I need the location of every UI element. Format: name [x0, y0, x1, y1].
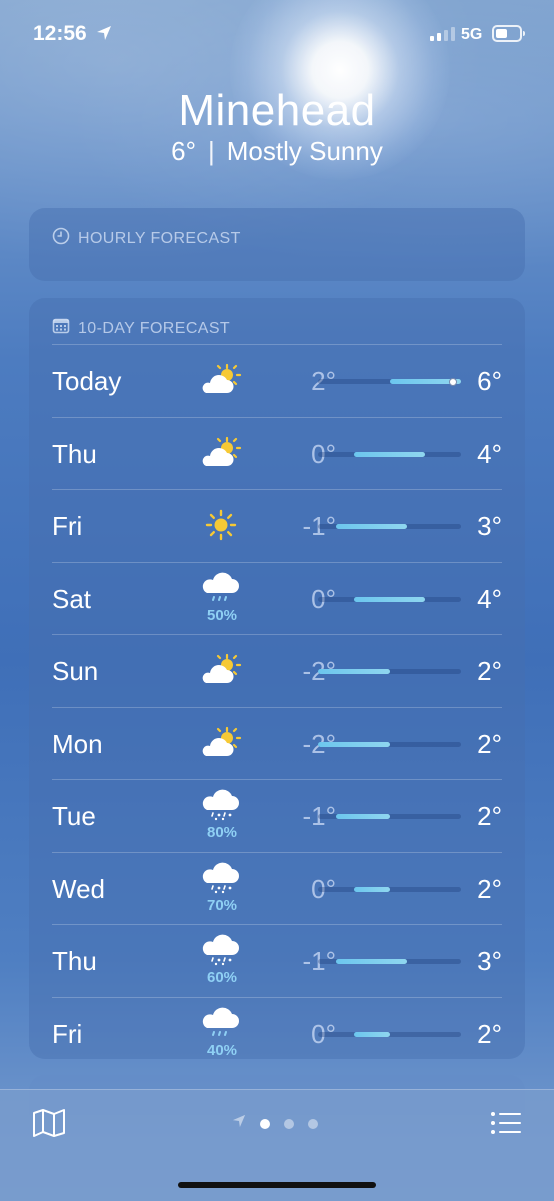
precipitation-chance: 80% — [206, 824, 238, 841]
sun-icon — [197, 504, 247, 550]
rain-cloud-icon: 40% — [197, 1007, 247, 1059]
cellular-signal-icon — [430, 27, 455, 41]
forecast-row[interactable]: Thu 0° 4° — [52, 416, 502, 490]
forecast-row[interactable]: Sun -2° 2° — [52, 634, 502, 707]
ten-day-forecast-title: 10-DAY FORECAST — [78, 319, 231, 337]
current-location-arrow-icon — [232, 1114, 246, 1133]
temperature-range-track — [318, 1031, 461, 1037]
forecast-day: Tue — [52, 801, 96, 831]
high-temperature: 2° — [477, 728, 502, 759]
forecast-row[interactable]: Fri 40% 0° 2° — [52, 996, 502, 1070]
temperature-range-bar — [353, 596, 426, 602]
forecast-day: Wed — [52, 873, 105, 904]
temperature-range-track — [318, 669, 461, 674]
high-temperature: 2° — [477, 801, 502, 831]
forecast-rows: Today 2° 6° Thu 0° 4° Fri -1° 3° Sat 50% 0° 4° Sun -2°… — [52, 344, 502, 1069]
forecast-row[interactable]: Thu 60% -1° 3° — [52, 924, 502, 997]
forecast-day: Sat — [52, 583, 92, 614]
location-arrow-icon — [96, 25, 112, 46]
temperature-range-bar — [353, 451, 426, 457]
forecast-day: Fri — [52, 511, 83, 541]
battery-icon — [492, 25, 525, 42]
forecast-row[interactable]: Tue 80% -1° 2° — [52, 779, 502, 852]
forecast-day: Thu — [52, 438, 97, 469]
forecast-row[interactable]: Fri -1° 3° — [52, 489, 502, 562]
temperature-range-track — [318, 377, 461, 386]
forecast-row[interactable]: Mon -2° 2° — [52, 706, 502, 780]
precipitation-chance: 50% — [206, 606, 238, 624]
page-dot[interactable] — [284, 1118, 294, 1129]
forecast-day: Mon — [52, 728, 103, 759]
city-name: Minehead — [178, 86, 376, 135]
page-dot[interactable] — [308, 1118, 318, 1129]
high-temperature: 2° — [477, 1018, 502, 1049]
precipitation-chance: 70% — [206, 896, 238, 914]
temperature-range-bar — [353, 1031, 390, 1037]
forecast-row[interactable]: Sat 50% 0° 4° — [52, 561, 502, 635]
rain-cloud-icon: 50% — [197, 572, 247, 624]
high-temperature: 6° — [477, 366, 502, 396]
summary-separator: | — [208, 136, 215, 166]
partly-sunny-icon — [197, 722, 247, 768]
partly-sunny-icon — [197, 432, 247, 478]
high-temperature: 3° — [477, 946, 502, 976]
temperature-range-bar — [335, 959, 408, 964]
current-temperature: 6° — [171, 136, 196, 166]
temperature-range-bar — [318, 741, 390, 747]
temperature-range-track — [318, 814, 461, 819]
ten-day-forecast-card[interactable]: 10-DAY FORECAST Today 2° 6° Thu 0° 4° Fri -1° 3°… — [29, 298, 525, 1059]
precipitation-chance: 40% — [206, 1041, 238, 1059]
current-temperature-dot — [449, 377, 457, 386]
status-bar: 12:56 5G — [0, 0, 554, 70]
precipitation-chance: 60% — [206, 969, 238, 986]
temperature-range-track — [318, 959, 461, 964]
sleet-cloud-icon: 60% — [197, 934, 247, 986]
high-temperature: 2° — [477, 873, 502, 904]
sleet-cloud-icon: 70% — [197, 862, 247, 914]
forecast-day: Fri — [52, 1018, 83, 1049]
clock-icon — [52, 227, 70, 250]
calendar-icon — [52, 317, 70, 340]
temperature-range-bar — [335, 524, 408, 529]
network-type: 5G — [461, 26, 483, 43]
home-indicator — [178, 1182, 376, 1188]
forecast-row[interactable]: Today 2° 6° — [52, 344, 502, 417]
status-time: 12:56 — [33, 22, 87, 45]
high-temperature: 4° — [477, 583, 502, 614]
current-condition: Mostly Sunny — [226, 136, 383, 166]
forecast-row[interactable]: Wed 70% 0° 2° — [52, 851, 502, 925]
forecast-day: Today — [52, 366, 122, 396]
bottom-toolbar — [0, 1089, 554, 1201]
partly-sunny-icon — [197, 649, 247, 695]
high-temperature: 3° — [477, 511, 502, 541]
list-icon[interactable] — [490, 1110, 522, 1141]
partly-sunny-icon — [197, 359, 247, 405]
temperature-range-track — [318, 886, 461, 892]
temperature-range-bar — [335, 814, 390, 819]
high-temperature: 2° — [477, 656, 502, 686]
temperature-range-track — [318, 451, 461, 457]
hourly-forecast-title: HOURLY FORECAST — [78, 229, 241, 247]
temperature-range-track — [318, 596, 461, 602]
temperature-range-track — [318, 524, 461, 529]
ten-day-forecast-header: 10-DAY FORECAST — [52, 317, 230, 340]
current-summary: 6° | Mostly Sunny — [0, 136, 554, 167]
page-indicator[interactable] — [232, 1114, 318, 1133]
forecast-day: Sun — [52, 656, 99, 686]
hourly-forecast-card[interactable]: HOURLY FORECAST — [29, 208, 525, 281]
forecast-day: Thu — [52, 946, 97, 976]
temperature-range-track — [318, 741, 461, 747]
hourly-forecast-header: HOURLY FORECAST — [52, 227, 241, 250]
temperature-range-bar — [318, 669, 390, 674]
high-temperature: 4° — [477, 438, 502, 469]
page-dot[interactable] — [260, 1118, 270, 1129]
sleet-cloud-icon: 80% — [197, 789, 247, 841]
map-icon[interactable] — [32, 1108, 66, 1143]
temperature-range-bar — [353, 886, 390, 892]
